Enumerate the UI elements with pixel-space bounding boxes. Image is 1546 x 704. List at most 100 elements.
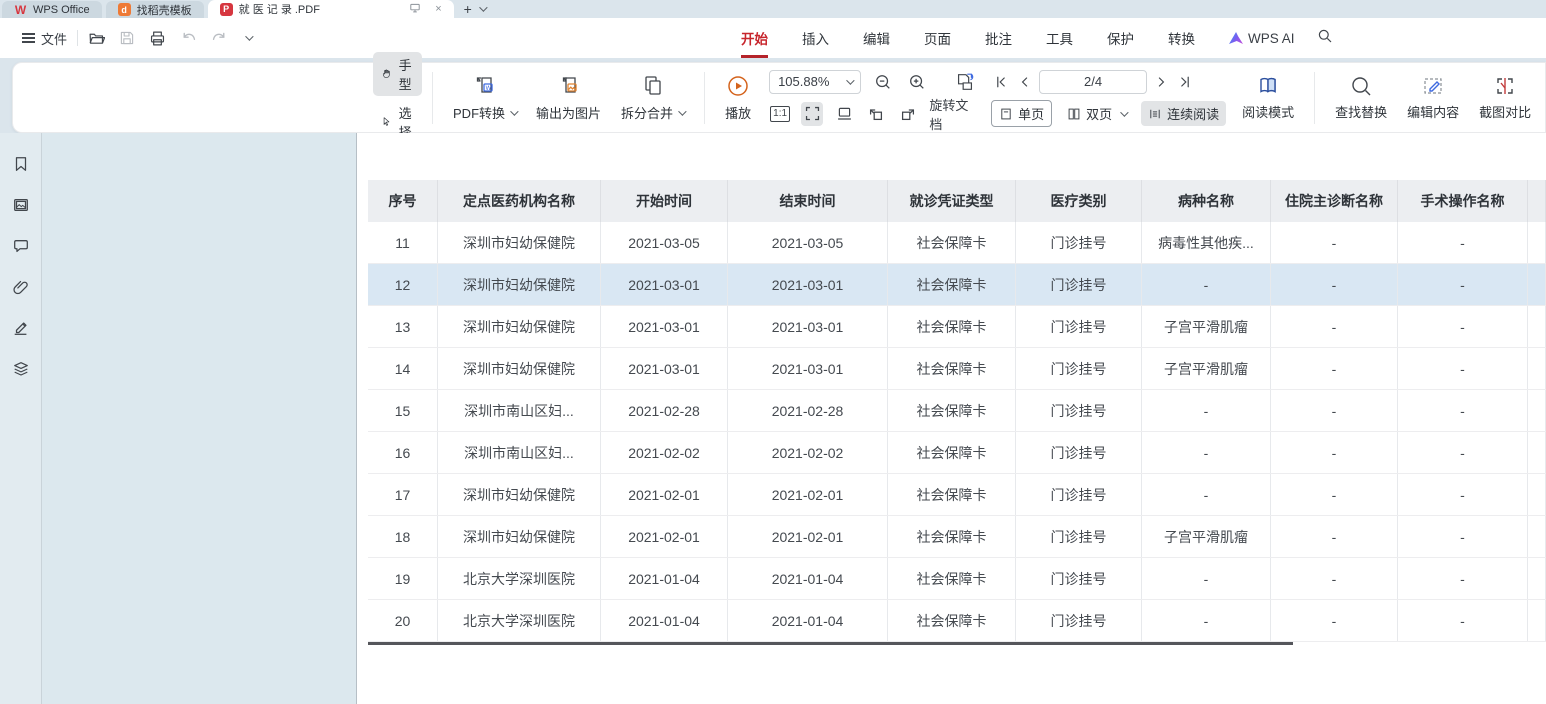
navigation-panel[interactable]	[42, 133, 357, 704]
play-icon	[725, 73, 751, 99]
rotate-right-button[interactable]	[897, 102, 919, 126]
tab-medical-record-pdf[interactable]: P 就 医 记 录 .PDF ×	[208, 0, 454, 18]
open-folder-icon[interactable]	[88, 30, 105, 47]
zoom-in-icon	[908, 73, 926, 91]
redo-icon[interactable]	[211, 30, 228, 47]
table-cell: -	[1271, 600, 1398, 641]
single-page-button[interactable]: 单页	[991, 100, 1052, 127]
book-icon	[1256, 74, 1280, 98]
zoom-level-select[interactable]: 105.88%	[769, 70, 861, 94]
new-tab-button[interactable]: +	[456, 0, 493, 18]
column-header: 病种名称	[1142, 180, 1271, 222]
table-cell: 深圳市南山区妇...	[438, 432, 601, 473]
attachment-icon[interactable]	[12, 278, 30, 296]
table-row: 12深圳市妇幼保健院2021-03-012021-03-01社会保障卡门诊挂号-…	[368, 264, 1546, 306]
tab-docer-templates[interactable]: d 找稻壳模板	[106, 1, 204, 18]
table-cell: 社会保障卡	[888, 600, 1016, 641]
table-cell: 12	[368, 264, 438, 305]
rotate-left-button[interactable]	[865, 102, 887, 126]
export-image-button[interactable]: 输出为图片	[526, 71, 611, 124]
last-page-button[interactable]	[1175, 74, 1195, 90]
rotate-pages-icon	[954, 71, 976, 93]
menu-annotate[interactable]: 批注	[985, 18, 1012, 58]
double-page-button[interactable]: 双页	[1060, 101, 1133, 126]
pdf-convert-button[interactable]: W PDF转换	[443, 71, 526, 124]
table-cell: 门诊挂号	[1016, 306, 1142, 347]
compress-button[interactable]: 压缩	[1541, 72, 1546, 123]
tab-wps-office[interactable]: W WPS Office	[2, 1, 102, 18]
last-page-icon	[1177, 74, 1193, 90]
column-header: 结束时间	[728, 180, 888, 222]
continuous-read-button[interactable]: 连续阅读	[1141, 101, 1226, 126]
thumbnail-panel-icon[interactable]	[12, 196, 30, 214]
bookmark-icon[interactable]	[12, 155, 30, 173]
rotate-pages-button[interactable]	[953, 70, 977, 94]
cast-monitor-icon[interactable]	[409, 2, 421, 17]
table-cell: 社会保障卡	[888, 474, 1016, 515]
menu-page[interactable]: 页面	[924, 18, 951, 58]
table-row: 20北京大学深圳医院2021-01-042021-01-04社会保障卡门诊挂号-…	[368, 600, 1546, 642]
save-icon[interactable]	[119, 30, 135, 46]
table-cell: -	[1271, 264, 1398, 305]
find-replace-label: 查找替换	[1335, 102, 1387, 121]
column-header: 手术操作名称	[1398, 180, 1528, 222]
find-replace-button[interactable]: 查找替换	[1325, 72, 1397, 123]
fit-page-button[interactable]	[801, 102, 823, 126]
search-icon[interactable]	[1317, 28, 1333, 49]
medical-records-table: 序号定点医药机构名称开始时间结束时间就诊凭证类型医疗类别病种名称住院主诊断名称手…	[368, 180, 1546, 642]
pdf-convert-label: PDF转换	[453, 103, 505, 122]
chevron-down-icon[interactable]	[479, 3, 487, 11]
edit-content-button[interactable]: 编辑内容	[1397, 72, 1469, 123]
first-page-button[interactable]	[991, 74, 1011, 90]
table-cell: 深圳市南山区妇...	[438, 390, 601, 431]
menu-protect[interactable]: 保护	[1107, 18, 1134, 58]
svg-text:W: W	[485, 86, 491, 92]
table-cell: -	[1271, 432, 1398, 473]
layers-icon[interactable]	[12, 360, 30, 378]
zoom-out-icon	[874, 73, 892, 91]
table-cell: 深圳市妇幼保健院	[438, 516, 601, 557]
table-cell: 深圳市妇幼保健院	[438, 474, 601, 515]
single-page-label: 单页	[1018, 104, 1044, 123]
table-cell: 门诊挂号	[1016, 348, 1142, 389]
file-menu-label: 文件	[41, 29, 67, 48]
menu-edit[interactable]: 编辑	[863, 18, 890, 58]
ribbon-tabs: 开始 插入 编辑 页面 批注 工具 保护 转换 WPS AI	[741, 18, 1295, 58]
next-page-button[interactable]	[1151, 74, 1171, 90]
close-tab-icon[interactable]: ×	[435, 3, 441, 15]
table-row: 11深圳市妇幼保健院2021-03-052021-03-05社会保障卡门诊挂号病…	[368, 222, 1546, 264]
wps-ai-button[interactable]: WPS AI	[1229, 31, 1295, 46]
menu-tools[interactable]: 工具	[1046, 18, 1073, 58]
table-cell: 社会保障卡	[888, 306, 1016, 347]
hand-tool-button[interactable]: 手型	[373, 52, 422, 96]
table-cell: 门诊挂号	[1016, 390, 1142, 431]
play-button[interactable]: 播放	[715, 71, 761, 124]
signature-icon[interactable]	[12, 319, 30, 337]
print-icon[interactable]	[149, 30, 166, 47]
rotate-doc-label[interactable]: 旋转文档	[929, 95, 977, 133]
split-merge-button[interactable]: 拆分合并	[611, 71, 694, 124]
table-cell: 深圳市妇幼保健院	[438, 222, 601, 263]
menu-home[interactable]: 开始	[741, 18, 768, 58]
menu-convert[interactable]: 转换	[1168, 18, 1195, 58]
table-cell: 2021-02-28	[601, 390, 728, 431]
chevron-down-icon	[510, 107, 518, 115]
menu-insert[interactable]: 插入	[802, 18, 829, 58]
comment-panel-icon[interactable]	[12, 237, 30, 255]
fit-width-button[interactable]	[833, 102, 855, 126]
read-mode-button[interactable]: 阅读模式	[1232, 72, 1304, 123]
undo-icon[interactable]	[180, 30, 197, 47]
table-cell: 2021-03-05	[601, 222, 728, 263]
screenshot-compare-button[interactable]: 截图对比	[1469, 72, 1541, 123]
zoom-out-button[interactable]	[871, 70, 895, 94]
table-cell: 社会保障卡	[888, 348, 1016, 389]
divider	[77, 30, 78, 46]
zoom-in-button[interactable]	[905, 70, 929, 94]
table-cell: 门诊挂号	[1016, 600, 1142, 641]
page-number-input[interactable]: 2/4	[1039, 70, 1147, 94]
actual-size-button[interactable]: 1:1	[769, 102, 791, 126]
table-cell-partial	[1528, 516, 1546, 557]
file-menu-button[interactable]: 文件	[22, 29, 67, 48]
quickbar-more-chevron-icon[interactable]	[242, 35, 251, 41]
previous-page-button[interactable]	[1015, 74, 1035, 90]
